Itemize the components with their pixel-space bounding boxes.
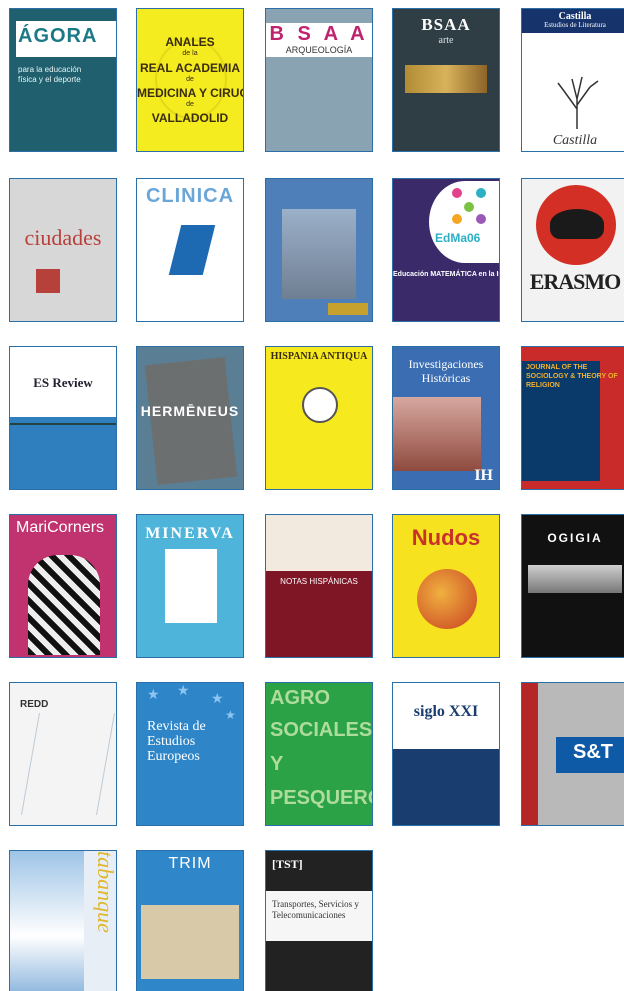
journal-cover-erasmo[interactable]: ERASMO — [521, 178, 624, 322]
journal-title: tabanque — [93, 851, 117, 933]
journal-cover-agora[interactable]: ÁGORA para la educación física y el depo… — [9, 8, 117, 152]
journal-grid: ÁGORA para la educación física y el depo… — [9, 8, 624, 991]
journal-cover-revista-estudios-europeos[interactable]: ★ ★ ★ ★ Revista de Estudios Europeos — [136, 682, 244, 826]
sky-image — [10, 851, 84, 991]
journal-title: OGIGIA — [547, 531, 603, 545]
journal-cover-redd[interactable]: REDD — [9, 682, 117, 826]
journal-title: TRIM — [168, 855, 212, 872]
journal-title-line: ANALES — [165, 35, 215, 49]
journal-subtitle: Históricas — [421, 371, 471, 385]
journal-cover-bsaa-arte[interactable]: BSAA arte — [392, 8, 500, 152]
statue-image — [165, 549, 217, 623]
journal-cover-jstr[interactable]: JOURNAL OF THE SOCIOLOGY & THEORY OF REL… — [521, 346, 624, 490]
journal-cover-sociology-technoscience[interactable]: S&T — [521, 682, 624, 826]
stars-icon: ★ ★ ★★ — [147, 683, 236, 722]
journal-title: siglo XXI — [413, 703, 479, 720]
journal-cover-notas-hispanicas[interactable]: NOTAS HISPÁNICAS — [265, 514, 373, 658]
journal-title: MariCorners — [16, 519, 105, 536]
journal-subtitle: para la educación física y el deporte — [18, 65, 82, 84]
cover-photo — [393, 397, 481, 471]
journal-mark: IH — [474, 467, 493, 484]
cover-sidebar — [522, 683, 538, 825]
journal-title-line: de — [186, 76, 194, 83]
portrait-icon — [550, 209, 604, 239]
journal-title: JOURNAL OF THE SOCIOLOGY & THEORY OF REL… — [526, 364, 618, 389]
journal-cover-anales[interactable]: ANALES de la REAL ACADEMIA de MEDICINA Y… — [136, 8, 244, 152]
journal-cover-investigaciones-historicas[interactable]: Investigaciones Históricas IH — [392, 346, 500, 490]
university-logo-icon — [36, 269, 60, 293]
journal-title: ERASMO — [529, 269, 622, 294]
journal-title: HERMĒNEUS — [140, 403, 240, 419]
zebra-image — [28, 555, 100, 655]
journal-cover-siglo-xxi[interactable]: siglo XXI — [392, 682, 500, 826]
cover-band — [266, 515, 372, 571]
map-lines — [21, 713, 115, 815]
journal-cover-bsaa-arqueologia[interactable]: B S A A ARQUEOLOGÍA — [265, 8, 373, 152]
journal-subtitle: Transportes, Servicios y Telecomunicacio… — [272, 899, 359, 920]
cover-image — [405, 65, 487, 93]
journal-word: Castilla — [552, 133, 598, 148]
knot-ball-icon — [417, 569, 477, 629]
journal-title: Nudos — [411, 525, 481, 550]
journal-title-line: Y — [270, 753, 284, 775]
journal-title: NOTAS HISPÁNICAS — [280, 577, 358, 586]
journal-title: ciudades — [24, 225, 102, 250]
bridge-image — [10, 423, 116, 431]
journal-cover-hispania-antiqua[interactable]: HISPANIA ANTIQUA — [265, 346, 373, 490]
journal-title: HISPANIA ANTIQUA — [270, 351, 368, 362]
journal-title-line: PESQUEROS — [270, 787, 372, 809]
stone-image — [144, 357, 238, 485]
cover-photo — [528, 565, 622, 593]
cover-tag — [328, 303, 368, 315]
svg-text:★: ★ — [177, 683, 190, 698]
journal-cover-nudos[interactable]: Nudos — [392, 514, 500, 658]
cover-band — [393, 749, 499, 825]
journal-title: [TST] — [272, 857, 303, 871]
journal-title: MINERVA — [145, 525, 235, 542]
journal-subtitle: Educación MATEMÁTICA en la Infancia — [393, 271, 499, 278]
journal-cover-edma[interactable]: EdMa06 Educación MATEMÁTICA en la Infanc… — [392, 178, 500, 322]
journal-title: REDD — [20, 699, 49, 710]
coin-icon — [302, 387, 338, 423]
journal-title: CLINICA — [145, 185, 235, 207]
journal-cover-es-review[interactable]: ES Review — [9, 346, 117, 490]
journal-title-line: de — [186, 101, 194, 108]
journal-cover-clinica[interactable]: CLINICA — [136, 178, 244, 322]
journal-title-line: REAL ACADEMIA — [139, 61, 240, 75]
journal-cover-trim[interactable]: TRIM — [136, 850, 244, 991]
journal-title: Investigaciones — [408, 357, 484, 371]
journal-title-line: MEDICINA Y CIRUGÍA — [137, 86, 243, 100]
journal-cover-tabanque[interactable]: tabanque — [9, 850, 117, 991]
svg-text:★: ★ — [147, 686, 160, 702]
journal-subtitle: arte — [438, 35, 454, 46]
journal-cover-maricorners[interactable]: MariCorners — [9, 514, 117, 658]
journal-title: ES Review — [33, 375, 93, 390]
journal-title-line: de la — [182, 50, 198, 57]
journal-title: BSAA — [421, 15, 471, 34]
journal-title-line: SOCIALES — [270, 719, 373, 741]
journal-cover-minerva[interactable]: MINERVA — [136, 514, 244, 658]
castle-image — [282, 209, 356, 299]
logo-icon — [168, 225, 216, 275]
journal-title-line: AGRO — [270, 687, 330, 709]
journal-subtitle: ARQUEOLOGÍA — [285, 45, 353, 55]
svg-text:★: ★ — [211, 690, 224, 706]
journal-title: B S A A — [269, 23, 369, 45]
journal-title: S&T — [573, 741, 613, 763]
journal-cover-hermeneus[interactable]: HERMĒNEUS — [136, 346, 244, 490]
journal-subtitle: Estudios de Literatura — [544, 21, 606, 29]
journal-cover-castilla[interactable]: Castilla Estudios de Literatura Castilla — [521, 8, 624, 152]
journal-cover-tst[interactable]: [TST] Transportes, Servicios y Telecomun… — [265, 850, 373, 991]
network-icon — [452, 188, 486, 224]
map-image — [141, 905, 239, 979]
journal-title-line: VALLADOLID — [151, 111, 229, 125]
journal-title: ÁGORA — [18, 25, 98, 47]
journal-title: EdMa06 — [435, 231, 481, 245]
journal-title: Revista de Estudios Europeos — [147, 719, 206, 764]
journal-cover-ciudades[interactable]: ciudades — [9, 178, 117, 322]
journal-cover-agro-sociales[interactable]: AGRO SOCIALES Y PESQUEROS — [265, 682, 373, 826]
journal-cover-castle[interactable] — [265, 178, 373, 322]
tree-icon — [557, 76, 599, 129]
journal-cover-ogigia[interactable]: OGIGIA — [521, 514, 624, 658]
